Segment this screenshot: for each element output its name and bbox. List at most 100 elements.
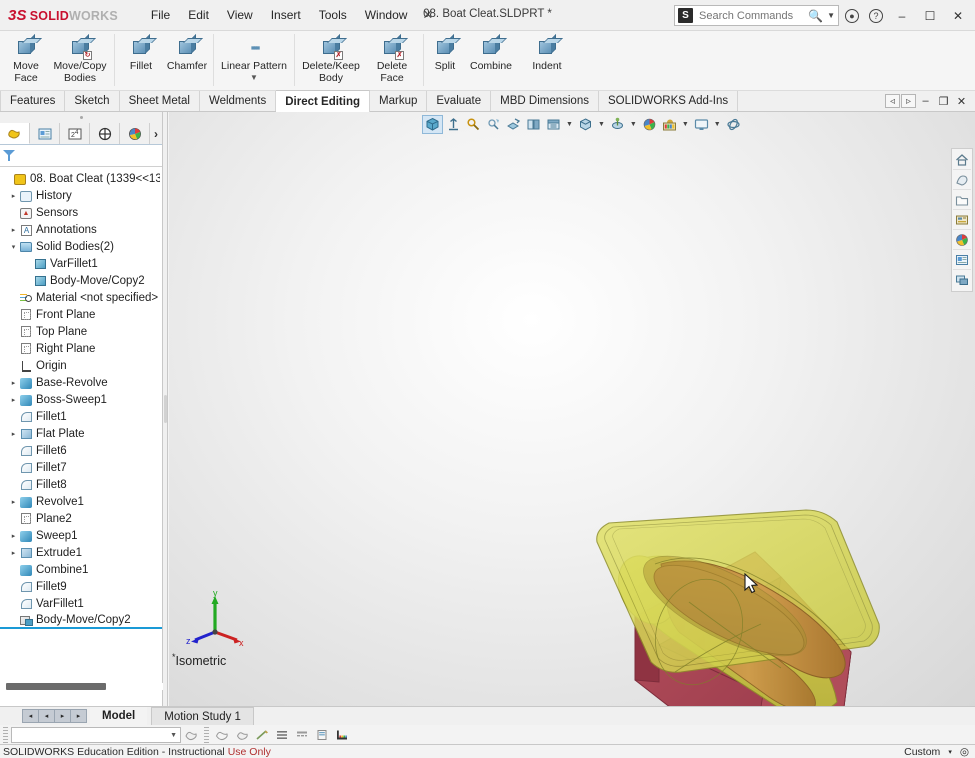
dimxpert-manager-tab[interactable]	[90, 123, 120, 144]
scroll-tabs-right-icon[interactable]: ▹	[901, 94, 916, 108]
expand-tabs-icon[interactable]: ›	[150, 123, 162, 144]
sw-resources-button[interactable]	[953, 170, 971, 190]
close-button[interactable]: ✕	[945, 5, 971, 27]
menu-item-window[interactable]: Window	[356, 4, 417, 26]
menu-item-tools[interactable]: Tools	[310, 4, 356, 26]
indent-button[interactable]: Indent	[519, 34, 575, 76]
tab-evaluate[interactable]: Evaluate	[427, 91, 492, 111]
tree-row-fillet7[interactable]: Fillet7	[0, 459, 162, 476]
edit-material-button[interactable]	[232, 726, 252, 744]
toolbar-grip[interactable]	[204, 727, 209, 743]
tree-row-fillet8[interactable]: Fillet8	[0, 476, 162, 493]
tree-row-fillet1[interactable]: Fillet1	[0, 408, 162, 425]
tree-row-right-plane[interactable]: Right Plane	[0, 340, 162, 357]
home-button[interactable]	[953, 150, 971, 170]
custom-properties-button[interactable]	[953, 270, 971, 290]
menu-item-view[interactable]: View	[218, 4, 262, 26]
tab-sheet-metal[interactable]: Sheet Metal	[120, 91, 200, 111]
expand-arrow[interactable]: ▸	[8, 379, 19, 387]
linear-pattern-button[interactable]: ▪▪▪ Linear Pattern ▼	[217, 34, 291, 84]
split-button[interactable]: Split	[427, 34, 463, 76]
tree-row-base-revolve[interactable]: ▸ Base-Revolve	[0, 374, 162, 391]
collapse-arrow[interactable]: ▾	[8, 243, 19, 251]
feature-manager-tab[interactable]	[0, 123, 30, 144]
chamfer-button[interactable]: Chamfer	[164, 34, 210, 76]
tab-features[interactable]: Features	[0, 91, 66, 111]
delete-keep-body-button[interactable]: ✗ Delete/Keep Body	[298, 34, 364, 87]
graphics-viewport[interactable]: ▼ ▼ ▼ ▼ ▼ y x z *Isometric	[169, 112, 975, 706]
tree-row-varfillet1[interactable]: VarFillet1	[0, 595, 162, 612]
tree-row-flat-plate[interactable]: ▸ Flat Plate	[0, 425, 162, 442]
pin-icon[interactable]: ✕	[416, 5, 439, 25]
tree-row-material[interactable]: Material <not specified>	[0, 289, 162, 306]
expand-arrow[interactable]: ▸	[8, 549, 19, 557]
configuration-manager-tab[interactable]: 24	[60, 123, 90, 144]
tab-mbd-dimensions[interactable]: MBD Dimensions	[491, 91, 599, 111]
delete-face-button[interactable]: ✗ Delete Face	[364, 34, 420, 87]
tree-row-revolve1[interactable]: ▸ Revolve1	[0, 493, 162, 510]
tree-row-annotations[interactable]: ▸ A Annotations	[0, 221, 162, 238]
menu-item-insert[interactable]: Insert	[262, 4, 310, 26]
expand-arrow[interactable]: ▸	[8, 430, 19, 438]
tree-row-varfillet1-body[interactable]: VarFillet1	[0, 255, 162, 272]
last-tab-button[interactable]: ▸	[70, 709, 87, 723]
overlay-icon[interactable]: ◎	[960, 746, 969, 758]
toolbar-grip[interactable]	[3, 727, 8, 743]
tree-row-body-move-copy2-body[interactable]: Body-Move/Copy2	[0, 272, 162, 289]
tree-row-solid-bodies[interactable]: ▾ Solid Bodies(2)	[0, 238, 162, 255]
table-button[interactable]	[292, 726, 312, 744]
tab-markup[interactable]: Markup	[370, 91, 428, 111]
menu-item-edit[interactable]: Edit	[179, 4, 218, 26]
fillet-button[interactable]: Fillet	[118, 34, 164, 76]
tree-row-sensors[interactable]: ▲ Sensors	[0, 204, 162, 221]
tree-row-fillet9[interactable]: Fillet9	[0, 578, 162, 595]
appearance-combo[interactable]: ▼	[11, 727, 181, 743]
panel-drag-handle[interactable]	[0, 112, 162, 123]
tree-row-fillet6[interactable]: Fillet6	[0, 442, 162, 459]
tab-direct-editing[interactable]: Direct Editing	[276, 90, 371, 112]
feature-tree-filter[interactable]	[0, 145, 162, 167]
edit-appearance-button[interactable]	[212, 726, 232, 744]
maximize-button[interactable]: ☐	[917, 5, 943, 27]
color-palette-button[interactable]	[332, 726, 352, 744]
file-explorer-button[interactable]	[953, 210, 971, 230]
document-restore-button[interactable]: ❐	[935, 92, 952, 110]
tree-row-front-plane[interactable]: Front Plane	[0, 306, 162, 323]
units-label[interactable]: Custom	[904, 746, 940, 758]
tree-row-extrude1[interactable]: ▸ Extrude1	[0, 544, 162, 561]
previous-tab-button[interactable]: ◂	[38, 709, 55, 723]
tab-motion-study-1[interactable]: Motion Study 1	[151, 707, 254, 725]
chevron-down-icon[interactable]: ▾	[948, 748, 952, 756]
menu-item-file[interactable]: File	[142, 4, 179, 26]
move-face-button[interactable]: Move Face	[3, 34, 49, 87]
search-icon[interactable]: 🔍	[808, 9, 823, 23]
tab-solidworks-add-ins[interactable]: SOLIDWORKS Add-Ins	[599, 91, 739, 111]
minimize-button[interactable]: –	[889, 5, 915, 27]
list-view-button[interactable]	[272, 726, 292, 744]
search-commands-box[interactable]: S 🔍 ▼	[674, 5, 839, 26]
document-close-button[interactable]: ✕	[953, 92, 970, 110]
expand-arrow[interactable]: ▸	[8, 532, 19, 540]
expand-arrow[interactable]: ▸	[8, 226, 19, 234]
document-minimize-button[interactable]: –	[917, 92, 934, 110]
appearance-dropdown-button[interactable]	[181, 726, 201, 744]
chevron-down-icon[interactable]: ▼	[250, 73, 258, 81]
tree-row-body-move-copy2[interactable]: Body-Move/Copy2	[0, 612, 162, 629]
edit-decal-button[interactable]	[252, 726, 272, 744]
search-scope-icon[interactable]: S	[678, 8, 693, 23]
tree-row-history[interactable]: ▸ History	[0, 187, 162, 204]
combine-button[interactable]: Combine	[463, 34, 519, 76]
tree-row-sweep1[interactable]: ▸ Sweep1	[0, 527, 162, 544]
tree-row-part[interactable]: 08. Boat Cleat (1339<<1339>_	[0, 170, 162, 187]
tree-row-plane2[interactable]: Plane2	[0, 510, 162, 527]
first-tab-button[interactable]: ◂	[22, 709, 39, 723]
tree-row-top-plane[interactable]: Top Plane	[0, 323, 162, 340]
appearances-scenes-button[interactable]	[953, 250, 971, 270]
move-copy-bodies-button[interactable]: ↻ Move/Copy Bodies	[49, 34, 111, 87]
expand-arrow[interactable]: ▸	[8, 396, 19, 404]
chevron-down-icon[interactable]: ▼	[827, 11, 835, 20]
expand-arrow[interactable]: ▸	[8, 192, 19, 200]
tree-row-boss-sweep1[interactable]: ▸ Boss-Sweep1	[0, 391, 162, 408]
view-palette-button[interactable]	[953, 230, 971, 250]
tree-row-origin[interactable]: Origin	[0, 357, 162, 374]
